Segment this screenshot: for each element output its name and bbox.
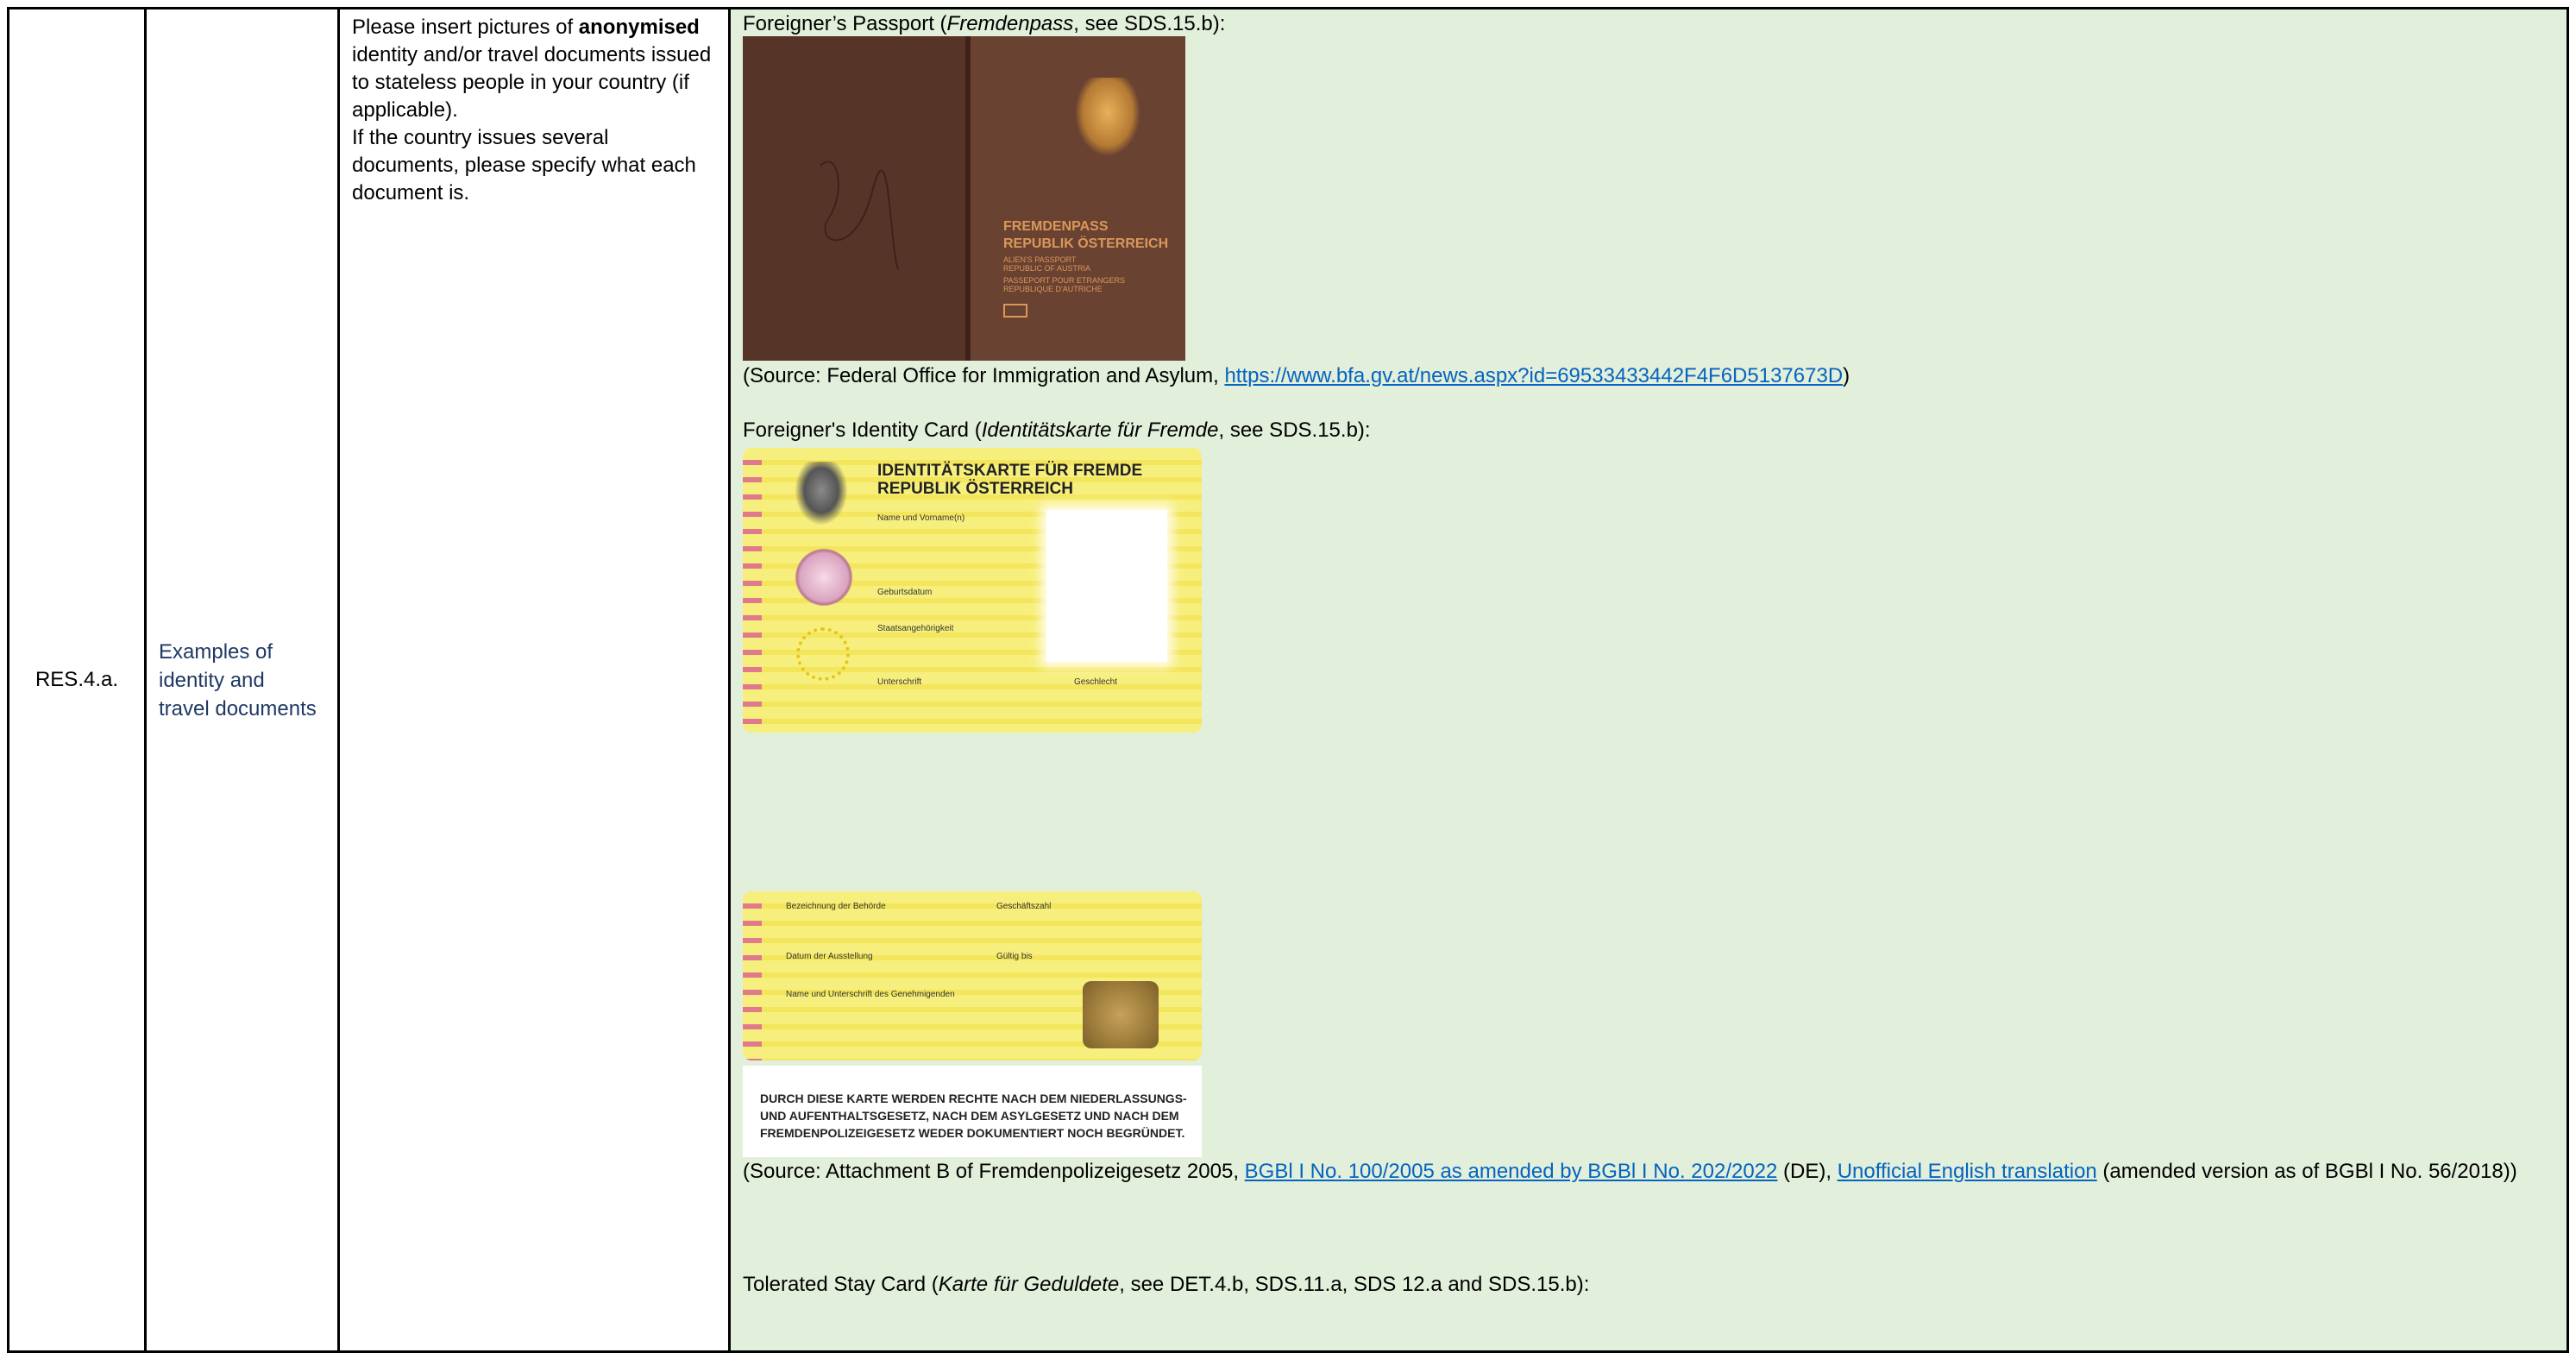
- security-rosette-icon: [793, 546, 855, 608]
- id-card-back-image: Bezeichnung der Behörde Geschäftszahl Da…: [743, 891, 1202, 1060]
- austrian-eagle-emblem: [1076, 78, 1140, 155]
- id-card-back-warning: DURCH DIESE KARTE WERDEN RECHTE NACH DEM…: [743, 1066, 1202, 1157]
- passport-heading: Foreigner’s Passport (Fremdenpass, see S…: [743, 12, 1226, 35]
- passport-cover-title: FREMDENPASS: [1003, 219, 1109, 234]
- tolerated-stay-heading: Tolerated Stay Card (Karte für Geduldete…: [743, 1273, 1590, 1296]
- row-title-line: travel documents: [159, 696, 317, 721]
- signature-mark: [820, 160, 899, 270]
- bgbl-link[interactable]: BGBl I No. 100/2005 as amended by BGBl I…: [1245, 1160, 1778, 1183]
- answer-content: Foreigner’s Passport (Fremdenpass, see S…: [731, 9, 2567, 1350]
- instructions-bold: anonymised: [578, 16, 700, 39]
- photo-placeholder: [1046, 510, 1167, 662]
- passport-source: (Source: Federal Office for Immigration …: [743, 364, 1850, 387]
- row-id: RES.4.a.: [35, 668, 119, 691]
- passport-image: FREMDENPASS REPUBLIK ÖSTERREICH ALIEN'S …: [743, 36, 1185, 361]
- instructions-cell: Please insert pictures of anonymised ide…: [337, 7, 731, 1353]
- document-page: RES.4.a. Examples of identity and travel…: [0, 0, 2576, 1353]
- eu-stars-icon: [796, 627, 850, 681]
- biometric-chip-icon: [1003, 304, 1027, 318]
- row-title-line: Examples of: [159, 639, 273, 664]
- id-card-heading: Foreigner's Identity Card (Identitätskar…: [743, 418, 1371, 442]
- id-card-source: (Source: Attachment B of Fremdenpolizeig…: [743, 1160, 2517, 1183]
- passport-cover-country: REPUBLIK ÖSTERREICH: [1003, 236, 1169, 251]
- id-card-country: REPUBLIK ÖSTERREICH: [877, 480, 1073, 498]
- answer-cell: Foreigner’s Passport (Fremdenpass, see S…: [728, 7, 2569, 1353]
- id-card-front-image: IDENTITÄTSKARTE FÜR FREMDE REPUBLIK ÖSTE…: [743, 448, 1202, 733]
- document-table: RES.4.a. Examples of identity and travel…: [7, 7, 2569, 1353]
- instructions-paragraph-2: If the country issues several documents,…: [352, 126, 696, 205]
- id-card-title: IDENTITÄTSKARTE FÜR FREMDE: [877, 462, 1143, 480]
- row-title-line: identity and: [159, 668, 265, 692]
- table-row: RES.4.a. Examples of identity and travel…: [7, 7, 2569, 1353]
- bfa-link[interactable]: https://www.bfa.gv.at/news.aspx?id=69533…: [1224, 364, 1843, 387]
- row-title-cell: Examples of identity and travel document…: [144, 7, 340, 1353]
- row-id-cell: RES.4.a.: [7, 7, 147, 1353]
- instructions-paragraph-1: Please insert pictures of anonymised ide…: [352, 16, 712, 122]
- english-translation-link[interactable]: Unofficial English translation: [1838, 1160, 2097, 1183]
- austrian-eagle-emblem: [795, 462, 848, 525]
- card-chip-icon: [1083, 981, 1159, 1048]
